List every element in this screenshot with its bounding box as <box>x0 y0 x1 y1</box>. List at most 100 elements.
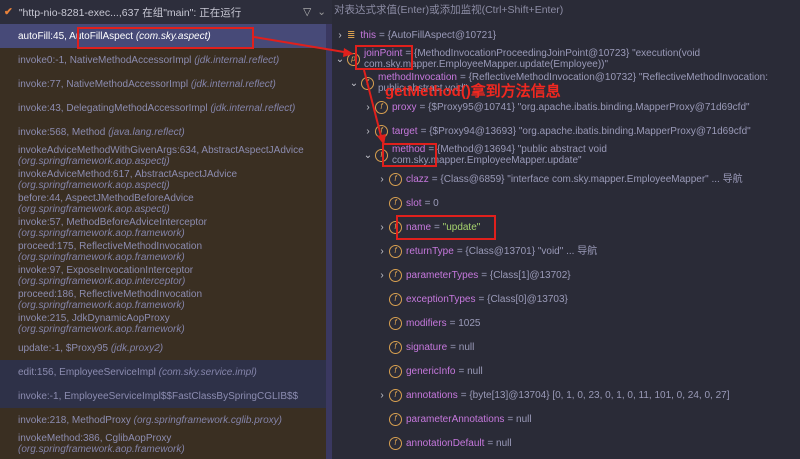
chevron-right-icon[interactable]: › <box>375 390 389 401</box>
variable-row[interactable]: › f parameterTypes = {Class[1]@13702} <box>375 263 800 287</box>
variable-row[interactable]: › f returnType = {Class@13701} "void" ... 导… <box>375 239 800 263</box>
variable-value: = {MethodInvocationProceedingJoinPoint@1… <box>364 48 701 70</box>
field-icon: f <box>375 124 388 138</box>
frame-package: (jdk.proxy2) <box>110 342 164 354</box>
frame-method: invokeAdviceMethod:617, AbstractAspectJA… <box>18 169 238 180</box>
stack-frame[interactable]: invoke:43, DelegatingMethodAccessorImpl … <box>0 96 326 120</box>
variable-row[interactable]: f slot = 0 <box>375 191 800 215</box>
stack-frame[interactable]: invoke0:-1, NativeMethodAccessorImpl (jd… <box>0 48 326 72</box>
highlight-box-aspect <box>77 27 254 49</box>
frame-package: (org.springframework.aop.framework) <box>18 228 185 239</box>
frame-method: before:44, AspectJMethodBeforeAdvice <box>18 193 194 204</box>
frame-method: invoke:218, MethodProxy <box>18 414 131 426</box>
variable-value: = null <box>487 437 512 449</box>
stack-frame[interactable]: invoke:97, ExposeInvocationInterceptor (… <box>0 264 326 288</box>
variable-row[interactable]: › f clazz = {Class@6859} "interface com.sky… <box>375 167 800 191</box>
variable-value: = null <box>450 341 475 353</box>
variable-value: = 1025 <box>449 317 481 329</box>
stack-frame[interactable]: invoke:57, MethodBeforeAdviceInterceptor… <box>0 216 326 240</box>
variable-row[interactable]: f genericInfo = null <box>375 359 800 383</box>
frame-method: edit:156, EmployeeServiceImpl <box>18 366 156 378</box>
stack-frame[interactable]: invoke:568, Method (java.lang.reflect) <box>0 120 326 144</box>
field-icon: f <box>375 100 388 114</box>
field-icon: f <box>389 412 402 426</box>
variable-name: exceptionTypes <box>406 293 476 305</box>
chevron-right-icon[interactable]: › <box>375 246 389 257</box>
chevron-down-icon[interactable]: ⌄ <box>361 150 375 161</box>
chevron-right-icon[interactable]: › <box>375 174 389 185</box>
stack-frame[interactable]: invoke:77, NativeMethodAccessorImpl (jdk… <box>0 72 326 96</box>
stack-frame[interactable]: proceed:175, ReflectiveMethodInvocation … <box>0 240 326 264</box>
variable-value: = {Class[1]@13702} <box>481 269 571 281</box>
variable-name: clazz <box>406 173 429 185</box>
field-icon: f <box>389 268 402 282</box>
frame-package: (org.springframework.aop.framework) <box>18 324 185 335</box>
frame-package: (org.springframework.aop.aspectj) <box>18 180 170 191</box>
stack-frame[interactable]: invoke:215, JdkDynamicAopProxy (org.spri… <box>0 312 326 336</box>
variable-name: returnType <box>406 245 454 257</box>
highlight-box-joinpoint <box>355 45 413 70</box>
frame-package: (com.sky.service.impl) <box>158 366 257 378</box>
frame-method: proceed:186, ReflectiveMethodInvocation <box>18 289 203 300</box>
variable-row[interactable]: f parameterAnnotations = null <box>375 407 800 431</box>
variable-row[interactable]: f annotationDefault = null <box>375 431 800 455</box>
frame-package: (org.springframework.aop.framework) <box>18 252 185 263</box>
stack-frame[interactable]: invoke:218, MethodProxy (org.springframe… <box>0 408 326 432</box>
frame-package: (org.springframework.aop.framework) <box>18 300 185 311</box>
check-icon: ✔ <box>4 6 13 18</box>
variable-name: signature <box>406 341 448 353</box>
variable-value: = {AutoFillAspect@10721} <box>378 29 497 41</box>
variable-row[interactable]: › f target = {$Proxy94@13693} "org.apache.i… <box>361 119 800 143</box>
variable-value: = {Class@13701} "void" ... 导航 <box>456 245 598 257</box>
variable-value: = null <box>507 413 532 425</box>
frame-method: invoke:77, NativeMethodAccessorImpl <box>18 78 189 90</box>
chevron-right-icon[interactable]: › <box>375 270 389 281</box>
stack-frame[interactable]: edit:156, EmployeeServiceImpl (com.sky.s… <box>0 360 326 384</box>
stack-frame[interactable]: before:44, AspectJMethodBeforeAdvice (or… <box>0 192 326 216</box>
variable-value: = {Class@6859} "interface com.sky.mapper… <box>431 173 743 185</box>
stack-frame[interactable]: invokeAdviceMethodWithGivenArgs:634, Abs… <box>0 144 326 168</box>
stack-frame[interactable]: proceed:186, ReflectiveMethodInvocation … <box>0 288 326 312</box>
chevron-right-icon[interactable]: › <box>333 30 347 41</box>
frame-method: invoke:215, JdkDynamicAopProxy <box>18 313 170 324</box>
stack-frame[interactable]: update:-1, $Proxy95 (jdk.proxy2) <box>0 336 326 360</box>
chevron-right-icon[interactable]: › <box>375 222 389 233</box>
frame-method: proceed:175, ReflectiveMethodInvocation <box>18 241 203 252</box>
stack-frame[interactable]: invokeMethod:386, CglibAopProxy (org.spr… <box>0 432 326 456</box>
annotation-text: getMethod()拿到方法信息 <box>385 83 561 100</box>
variable-row[interactable]: f signature = null <box>375 335 800 359</box>
chevron-down-icon[interactable]: ⌄ <box>347 78 361 89</box>
variable-row[interactable]: › ≣ this = {AutoFillAspect@10721} <box>333 23 800 47</box>
evaluate-expression-input[interactable]: 对表达式求值(Enter)或添加监视(Ctrl+Shift+Enter) <box>332 0 800 22</box>
stack-icon: ≣ <box>347 29 356 41</box>
filter-icon[interactable]: ▽ <box>303 6 311 18</box>
frame-package: (jdk.internal.reflect) <box>210 102 296 114</box>
field-icon: f <box>389 172 402 186</box>
frame-method: invoke:568, Method <box>18 126 106 138</box>
field-icon: f <box>389 292 402 306</box>
frame-package: (org.springframework.aop.framework) <box>18 444 185 455</box>
variable-row[interactable]: › f annotations = {byte[13]@13704} [0, 1, 0… <box>375 383 800 407</box>
frame-package: (java.lang.reflect) <box>108 126 185 138</box>
chevron-down-icon[interactable]: ⌄ <box>333 54 347 65</box>
chevron-right-icon[interactable]: › <box>361 102 375 113</box>
variable-value: = {$Proxy95@10741} "org.apache.ibatis.bi… <box>419 101 750 113</box>
thread-label: "http-nio-8281-exec...,637 在组"main": 正在运… <box>18 6 242 19</box>
stack-frame[interactable]: invokeAdviceMethod:617, AbstractAspectJA… <box>0 168 326 192</box>
stack-frame[interactable]: invoke:-1, EmployeeServiceImpl$$FastClas… <box>0 384 326 408</box>
chevron-right-icon[interactable]: › <box>361 126 375 137</box>
field-icon: f <box>389 364 402 378</box>
variable-name: this <box>360 29 376 41</box>
chevron-down-icon[interactable]: ⌄ <box>317 6 326 18</box>
field-icon: f <box>389 388 402 402</box>
variable-name: target <box>392 125 418 137</box>
frame-package: (org.springframework.aop.aspectj) <box>18 204 170 215</box>
field-icon: f <box>389 196 402 210</box>
frame-method: invoke:57, MethodBeforeAdviceInterceptor <box>18 217 207 228</box>
highlight-box-name <box>396 215 496 240</box>
frame-method: invoke:43, DelegatingMethodAccessorImpl <box>18 102 208 114</box>
variable-name: parameterTypes <box>406 269 479 281</box>
variable-row[interactable]: f exceptionTypes = {Class[0]@13703} <box>375 287 800 311</box>
variable-row[interactable]: f modifiers = 1025 <box>375 311 800 335</box>
thread-selector[interactable]: ✔ "http-nio-8281-exec...,637 在组"main": 正… <box>0 0 332 24</box>
